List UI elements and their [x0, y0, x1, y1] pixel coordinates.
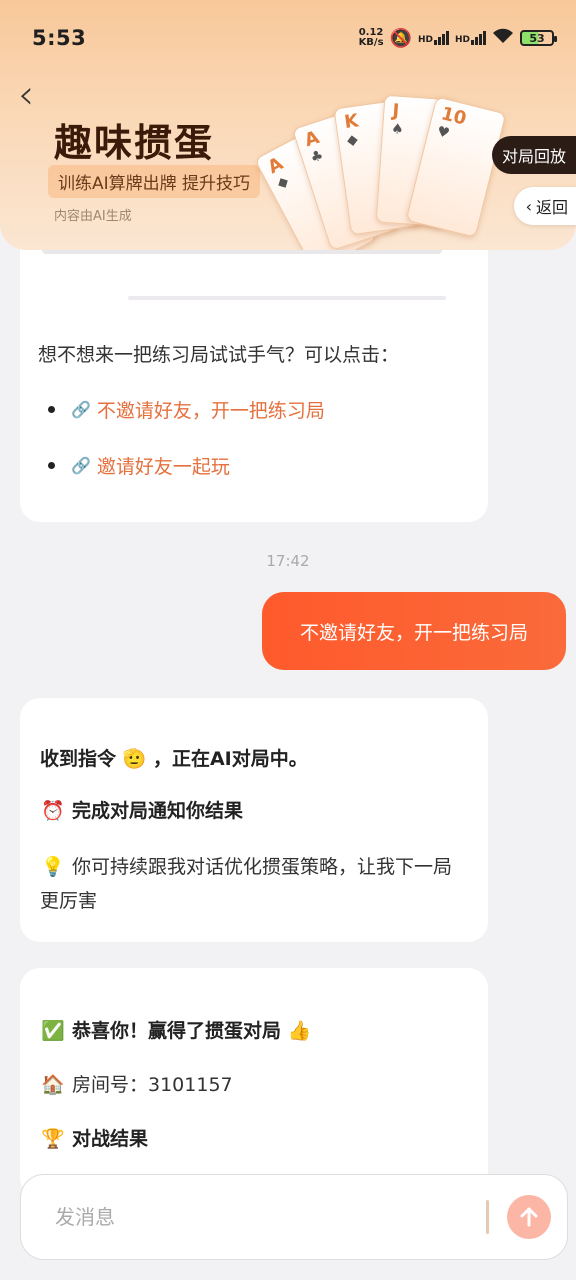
arrow-up-icon	[520, 1207, 538, 1227]
playing-cards-illustration: A ◆ A ♣ K ◆ J ♠ 10 ♥	[254, 94, 520, 250]
message-composer	[20, 1174, 568, 1260]
status-suffix: ，正在AI对局中。	[152, 748, 308, 770]
status-icons: 0.12 KB/s 🔕 HD HD 53	[359, 27, 557, 49]
hd-label-2: HD	[454, 35, 470, 45]
send-button[interactable]	[507, 1195, 551, 1239]
result-line: 🏆 对战结果	[40, 1124, 148, 1151]
practice-prompt: 想不想来一把练习局试试手气？可以点击：	[38, 344, 400, 366]
card-rank: K	[343, 110, 360, 134]
room-number-text: 房间号：3101157	[72, 1074, 233, 1096]
divider	[128, 296, 446, 300]
win-line: ✅ 恭喜你！赢得了掼蛋对局 👍	[40, 1016, 311, 1043]
replay-button[interactable]: 对局回放	[491, 136, 576, 174]
wifi-icon	[492, 28, 514, 48]
ai-message-bubble-3: ✅ 恭喜你！赢得了掼蛋对局 👍 🏠 房间号：3101157 🏆 对战结果	[20, 968, 488, 1198]
room-line: 🏠 房间号：3101157	[40, 1070, 233, 1097]
link-icon: 🔗	[71, 400, 91, 419]
link-icon: 🔗	[71, 456, 91, 475]
link-no-invite-label[interactable]: 不邀请好友，开一把练习局	[97, 396, 325, 423]
network-speed: 0.12 KB/s	[359, 28, 384, 48]
link-invite-friends[interactable]: 🔗 邀请好友一起玩	[48, 452, 230, 479]
chevron-left-icon: ‹	[525, 196, 532, 216]
net-speed-unit: KB/s	[358, 37, 384, 48]
link-invite-label[interactable]: 邀请好友一起玩	[97, 452, 230, 479]
alarm-clock-icon: ⏰	[41, 800, 65, 822]
header: 5:53 0.12 KB/s 🔕 HD HD 53 ‹ 趣味掼蛋 训练AI算牌出…	[0, 0, 576, 250]
back-icon[interactable]: ‹	[18, 75, 34, 115]
notify-line: ⏰ 完成对局通知你结果	[40, 796, 243, 823]
tip-text: 你可持续跟我对话优化掼蛋策略，让我下一局更厉害	[40, 856, 453, 912]
salute-emoji-icon: 🫡	[122, 748, 147, 770]
card-rank: J	[391, 100, 400, 122]
input-divider	[486, 1200, 489, 1234]
house-icon: 🏠	[41, 1074, 65, 1096]
trophy-icon: 🏆	[41, 1128, 65, 1150]
battery-icon: 53	[520, 30, 557, 46]
signal-icon-2: HD	[455, 31, 486, 45]
notify-text: 完成对局通知你结果	[72, 800, 244, 822]
win-text: 恭喜你！赢得了掼蛋对局	[72, 1020, 282, 1042]
bullet-dot	[48, 406, 55, 413]
tip-line: 💡 你可持续跟我对话优化掼蛋策略，让我下一局更厉害	[40, 850, 470, 918]
ai-disclaimer: 内容由AI生成	[54, 209, 132, 224]
bullet-dot	[48, 462, 55, 469]
bell-muted-icon: 🔕	[389, 27, 412, 49]
message-timestamp: 17:42	[266, 552, 310, 570]
return-label: 返回	[535, 198, 568, 217]
result-heading: 对战结果	[72, 1128, 149, 1150]
ai-status-line: 收到指令 🫡 ，正在AI对局中。	[40, 744, 308, 771]
subtitle-badge: 训练AI算牌出牌 提升技巧	[48, 165, 261, 198]
check-mark-icon: ✅	[41, 1020, 65, 1042]
page-title: 趣味掼蛋	[54, 120, 215, 165]
user-message-text: 不邀请好友，开一把练习局	[299, 621, 528, 644]
status-time: 5:53	[32, 26, 87, 50]
signal-icon: HD	[418, 31, 449, 45]
app-root: 想不想来一把练习局试试手气？可以点击： 🔗 不邀请好友，开一把练习局 🔗 邀请好…	[0, 0, 576, 1280]
status-bar: 5:53 0.12 KB/s 🔕 HD HD 53	[0, 0, 576, 76]
user-message-bubble: 不邀请好友，开一把练习局	[262, 592, 566, 670]
thumbs-up-icon: 👍	[287, 1020, 312, 1042]
return-button[interactable]: ‹ 返回	[513, 187, 576, 225]
hd-label: HD	[417, 35, 433, 45]
lightbulb-icon: 💡	[41, 856, 65, 878]
message-input[interactable]	[55, 1205, 486, 1229]
ai-message-bubble-2: 收到指令 🫡 ，正在AI对局中。 ⏰ 完成对局通知你结果 💡 你可持续跟我对话优化掼…	[20, 698, 488, 942]
status-prefix: 收到指令	[40, 748, 117, 770]
link-no-invite-practice[interactable]: 🔗 不邀请好友，开一把练习局	[48, 396, 325, 423]
